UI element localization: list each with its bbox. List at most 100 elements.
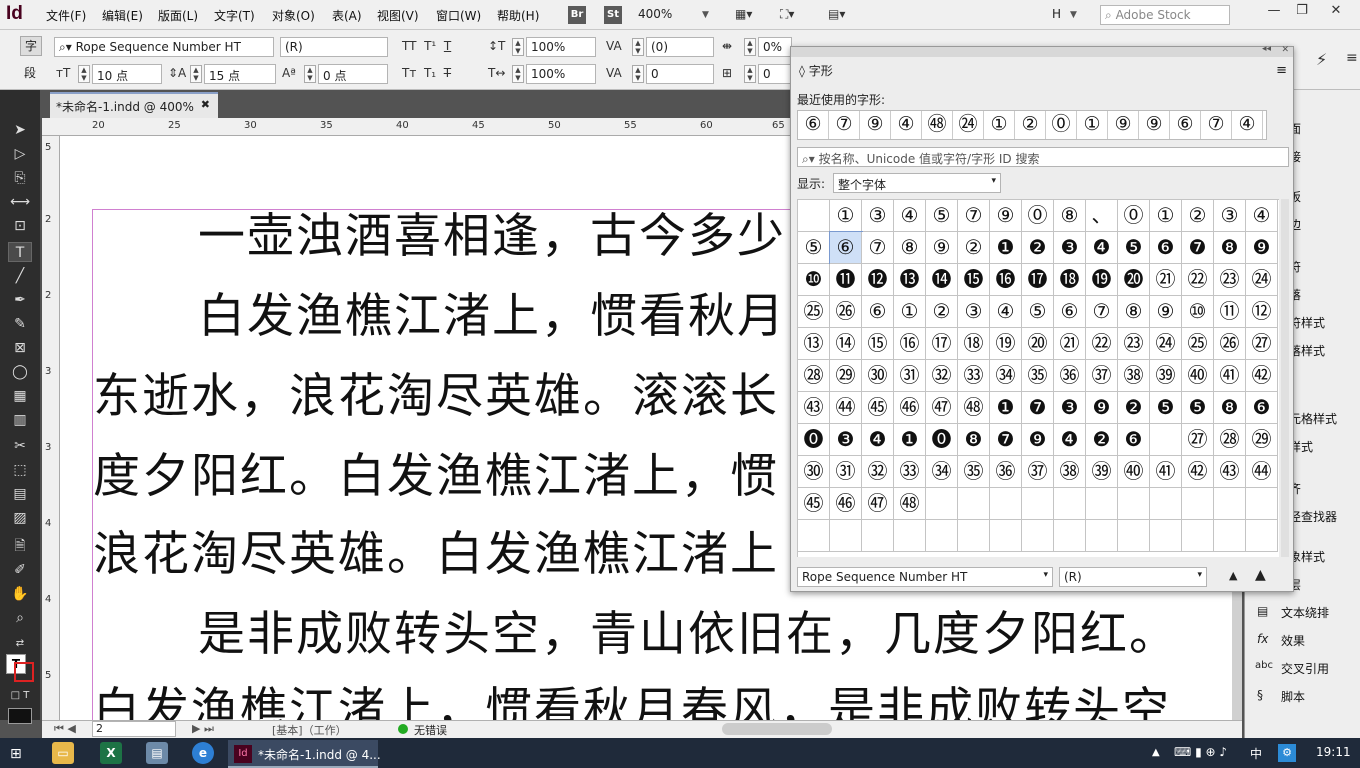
glyph-cell[interactable]: ⓿ [926, 424, 958, 456]
note-tool-icon[interactable]: 🗎 [8, 536, 32, 556]
recent-glyph[interactable]: ② [1015, 111, 1046, 139]
glyph-cell[interactable]: ㉑ [1054, 328, 1086, 360]
menu-file[interactable]: 文件(F) [46, 7, 86, 24]
glyph-cell[interactable] [1182, 520, 1214, 552]
glyph-cell[interactable]: ⑭ [830, 328, 862, 360]
glyph-cell[interactable]: ❺ [1182, 392, 1214, 424]
glyph-cell[interactable]: ⑪ [1214, 296, 1246, 328]
glyph-cell[interactable]: ㉖ [1214, 328, 1246, 360]
panel-char-styles[interactable]: 符样式 [1289, 314, 1325, 331]
swap-fill-stroke-icon[interactable]: ⇄ [8, 634, 32, 654]
excel-icon[interactable]: X [100, 742, 122, 764]
tracking-field[interactable]: 0 [646, 64, 714, 84]
glyph-cell[interactable]: ⑫ [1246, 296, 1278, 328]
glyph-cell[interactable]: ③ [958, 296, 990, 328]
glyph-cell[interactable] [1182, 488, 1214, 520]
glyph-cell[interactable]: ⑦ [1086, 296, 1118, 328]
glyph-cell[interactable]: ② [926, 296, 958, 328]
pencil-tool-icon[interactable]: ✎ [8, 314, 32, 334]
glyph-cell[interactable]: ⑰ [926, 328, 958, 360]
glyph-cell[interactable]: ㉔ [1150, 328, 1182, 360]
glyph-cell[interactable]: ㉟ [1022, 360, 1054, 392]
glyph-cell[interactable] [1214, 520, 1246, 552]
glyph-cell[interactable]: ⓰ [990, 264, 1022, 296]
recent-glyph[interactable]: ⑥ [1170, 111, 1201, 139]
glyph-cell[interactable]: ㊸ [1214, 456, 1246, 488]
panel-para-styles[interactable]: 落样式 [1289, 342, 1325, 359]
glyph-cell[interactable] [1022, 520, 1054, 552]
menu-view[interactable]: 视图(V) [377, 7, 419, 24]
glyph-cell[interactable]: ❻ [1118, 424, 1150, 456]
glyph-cell[interactable]: ㊻ [830, 488, 862, 520]
glyph-cell[interactable]: ❹ [862, 424, 894, 456]
glyph-cell[interactable] [1086, 488, 1118, 520]
tray-arrow-icon[interactable]: ▲ [1152, 747, 1160, 758]
zoom-out-glyphs-icon[interactable]: ▲ [1229, 569, 1237, 582]
show-select[interactable]: 整个字体 ▾ [833, 173, 1001, 193]
glyph-cell[interactable] [990, 520, 1022, 552]
vertical-scale-field[interactable]: 100% [526, 37, 596, 57]
panel-drag-bar[interactable]: ◂◂ ✕ [791, 44, 1293, 57]
glyph-cell[interactable]: ⑬ [798, 328, 830, 360]
glyph-cell[interactable] [1150, 424, 1182, 456]
stock-button[interactable]: St [604, 6, 622, 24]
pen-tool-icon[interactable]: ✒ [8, 290, 32, 310]
glyph-cell[interactable]: ㊱ [1054, 360, 1086, 392]
lightning-icon[interactable]: ⚡ [1316, 50, 1327, 69]
glyph-cell[interactable]: ㊹ [830, 392, 862, 424]
glyph-cell[interactable]: ① [830, 200, 862, 232]
glyph-cell[interactable]: ⑧ [1118, 296, 1150, 328]
glyph-cell[interactable]: ❶ [990, 232, 1022, 264]
text-line[interactable]: 白发渔樵江渚上，惯看秋月春风，是非成败转头空 [93, 686, 1171, 720]
tsume-stepper[interactable]: ▲ ▼ [744, 38, 756, 56]
glyph-cell[interactable]: ④ [1246, 200, 1278, 232]
vscale-stepper[interactable]: ▲ ▼ [512, 38, 524, 56]
chevron-down-icon[interactable]: ▼ [702, 10, 709, 20]
menu-object[interactable]: 对象(O) [272, 7, 315, 24]
glyph-cell[interactable]: ㊲ [1086, 360, 1118, 392]
line-tool-icon[interactable]: ╱ [8, 266, 32, 286]
close-panel-icon[interactable]: ✕ [1281, 45, 1289, 55]
preflight-status[interactable]: 无错误 [414, 722, 447, 738]
glyph-cell[interactable] [926, 488, 958, 520]
glyph-cell[interactable]: ㉝ [958, 360, 990, 392]
glyph-cell[interactable]: ❻ [1246, 392, 1278, 424]
glyph-cell[interactable]: ❼ [990, 424, 1022, 456]
glyph-cell[interactable]: ⓪ [1022, 200, 1054, 232]
glyph-cell[interactable]: ① [1150, 200, 1182, 232]
glyph-cell[interactable]: ㉔ [1246, 264, 1278, 296]
glyph-cell[interactable]: ⑩ [1182, 296, 1214, 328]
browser-icon[interactable]: e [192, 742, 214, 764]
glyph-cell[interactable]: ⑧ [1054, 200, 1086, 232]
glyph-cell[interactable] [894, 520, 926, 552]
glyph-cell[interactable] [1150, 520, 1182, 552]
glyph-cell[interactable]: ㉒ [1182, 264, 1214, 296]
glyph-cell[interactable]: ㉕ [1182, 328, 1214, 360]
menu-edit[interactable]: 编辑(E) [102, 7, 143, 24]
glyph-cell[interactable]: ❸ [1054, 232, 1086, 264]
glyph-cell[interactable]: ㉙ [1246, 424, 1278, 456]
tsume-field[interactable]: 0% [758, 37, 792, 57]
collapse-panel-icon[interactable]: ◂◂ [1262, 44, 1271, 54]
glyph-cell[interactable]: ❷ [1086, 424, 1118, 456]
ellipse-tool-icon[interactable]: ◯ [8, 362, 32, 382]
gap-tool-icon[interactable]: ⟷ [8, 192, 32, 212]
glyph-cell[interactable]: ㉓ [1214, 264, 1246, 296]
recent-glyph[interactable]: ㉔ [953, 111, 984, 139]
font-style-field[interactable]: (R) [280, 37, 388, 57]
glyph-grid-scrollbar[interactable] [1281, 199, 1289, 557]
glyph-cell[interactable]: ㊳ [1118, 360, 1150, 392]
glyph-cell[interactable] [1022, 488, 1054, 520]
horizontal-scrollbar[interactable] [722, 723, 832, 735]
glyph-cell[interactable]: ⑤ [798, 232, 830, 264]
baseline-field[interactable]: 0 点 [318, 64, 388, 84]
glyph-cell[interactable]: ② [1182, 200, 1214, 232]
recent-glyph[interactable]: ④ [891, 111, 922, 139]
footer-style-select[interactable]: (R) ▾ [1059, 567, 1207, 587]
glyph-cell[interactable]: ❷ [1118, 392, 1150, 424]
glyph-cell[interactable]: ㊹ [1246, 456, 1278, 488]
glyph-cell[interactable]: ⑲ [990, 328, 1022, 360]
char-mode-button[interactable]: 字 [20, 36, 42, 56]
panel-effects[interactable]: 效果 [1281, 632, 1305, 649]
glyph-cell[interactable]: ㊶ [1150, 456, 1182, 488]
